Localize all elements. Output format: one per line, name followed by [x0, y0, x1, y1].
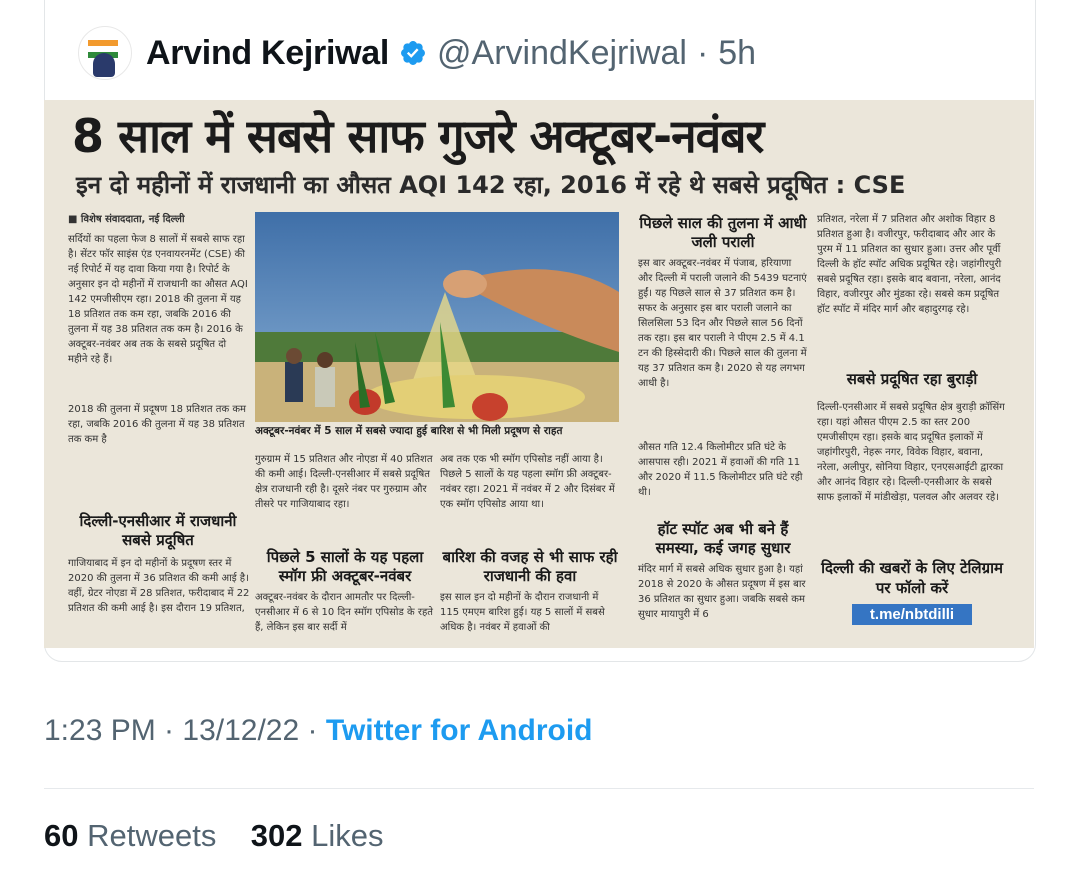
- pull-quote: 2018 की तुलना में प्रदूषण 18 प्रतिशत तक …: [68, 404, 247, 445]
- verified-badge-icon: [401, 41, 425, 65]
- article-col1-text2: गाजियाबाद में इन दो महीनों के प्रदूषण स्…: [68, 558, 250, 614]
- tweet-timestamp[interactable]: 1:23 PM · 13/12/22 ·: [44, 714, 318, 747]
- likes-label: Likes: [311, 818, 384, 853]
- newspaper-subheadline: इन दो महीनों में राजधानी का औसत AQI 142 …: [76, 171, 906, 199]
- article-col4-text3: मंदिर मार्ग में सबसे अधिक सुधार हुआ है। …: [638, 564, 806, 620]
- telegram-link: t.me/nbtdilli: [851, 604, 973, 625]
- newspaper-clipping-image[interactable]: 8 साल में सबसे साफ गुजरे अक्टूबर-नवंबर इ…: [44, 100, 1034, 648]
- photo-caption: अक्टूबर-नवंबर में 5 साल में सबसे ज्यादा …: [255, 425, 563, 437]
- likes-count: 302: [250, 818, 303, 853]
- news-photo: [255, 212, 619, 422]
- telegram-promo-text: दिल्ली की खबरों के लिए टेलिग्राम पर फॉलो…: [821, 559, 1003, 597]
- divider: [44, 788, 1034, 789]
- col4-heading2: हॉट स्पॉट अब भी बने हैं समस्या, कई जगह स…: [655, 520, 791, 557]
- retweets-label: Retweets: [87, 818, 217, 853]
- article-col2-text: गुरुग्राम में 15 प्रतिशत और नोएडा में 40…: [255, 454, 433, 510]
- article-col1-text: सर्दियों का पहला फेज 8 सालों में सबसे सा…: [68, 234, 248, 365]
- article-col2-text2: अक्टूबर-नवंबर के दौरान आमतौर पर दिल्ली-ए…: [255, 592, 433, 633]
- author-handle[interactable]: @ArvindKejriwal: [437, 34, 687, 73]
- col1-heading: दिल्ली-एनसीआर में राजधानी सबसे प्रदूषित: [79, 512, 237, 549]
- col2-heading: पिछले 5 सालों के यह पहला स्मॉग फ्री अक्ट…: [266, 548, 424, 585]
- likes-stat[interactable]: 302 Likes: [251, 818, 384, 853]
- article-col3-text: अब तक एक भी स्मॉग एपिसोड नहीं आया है। पि…: [440, 454, 615, 510]
- separator-dot: ·: [696, 33, 709, 72]
- col3-heading: बारिश की वजह से भी साफ रही राजधानी की हव…: [442, 548, 618, 585]
- retweets-count: 60: [44, 818, 79, 853]
- author-name[interactable]: Arvind Kejriwal: [146, 34, 389, 73]
- retweets-stat[interactable]: 60 Retweets: [44, 818, 216, 853]
- profile-avatar[interactable]: [78, 26, 132, 80]
- tweet-metadata: 1:23 PM · 13/12/22 · Twitter for Android: [44, 714, 592, 748]
- col5-heading: सबसे प्रदूषित रहा बुराड़ी: [846, 370, 978, 388]
- byline: ■ विशेष संवाददाता, नई दिल्ली: [68, 214, 185, 225]
- person-icon: [93, 53, 115, 77]
- article-col3-text2: इस साल इन दो महीनों के दौरान राजधानी में…: [440, 592, 605, 633]
- article-col5-text: प्रतिशत, नरेला में 7 प्रतिशत और अशोक विह…: [817, 214, 1002, 315]
- tweet-source[interactable]: Twitter for Android: [326, 714, 593, 747]
- tweet-header: Arvind Kejriwal @ArvindKejriwal · 5h: [78, 26, 756, 80]
- telegram-promo: दिल्ली की खबरों के लिए टेलिग्राम पर फॉलो…: [817, 558, 1007, 636]
- article-col4-text: इस बार अक्टूबर-नवंबर में पंजाब, हरियाणा …: [638, 258, 807, 389]
- col4-heading: पिछले साल की तुलना में आधी जली पराली: [639, 214, 807, 251]
- tweet-age[interactable]: 5h: [718, 34, 756, 73]
- engagement-stats: 60 Retweets 302 Likes: [44, 818, 384, 854]
- article-col5-text2: दिल्ली-एनसीआर में सबसे प्रदूषित क्षेत्र …: [817, 402, 1005, 503]
- article-col4-text2: औसत गति 12.4 किलोमीटर प्रति घंटे के आसपा…: [638, 442, 803, 498]
- newspaper-headline: 8 साल में सबसे साफ गुजरे अक्टूबर-नवंबर: [72, 109, 764, 163]
